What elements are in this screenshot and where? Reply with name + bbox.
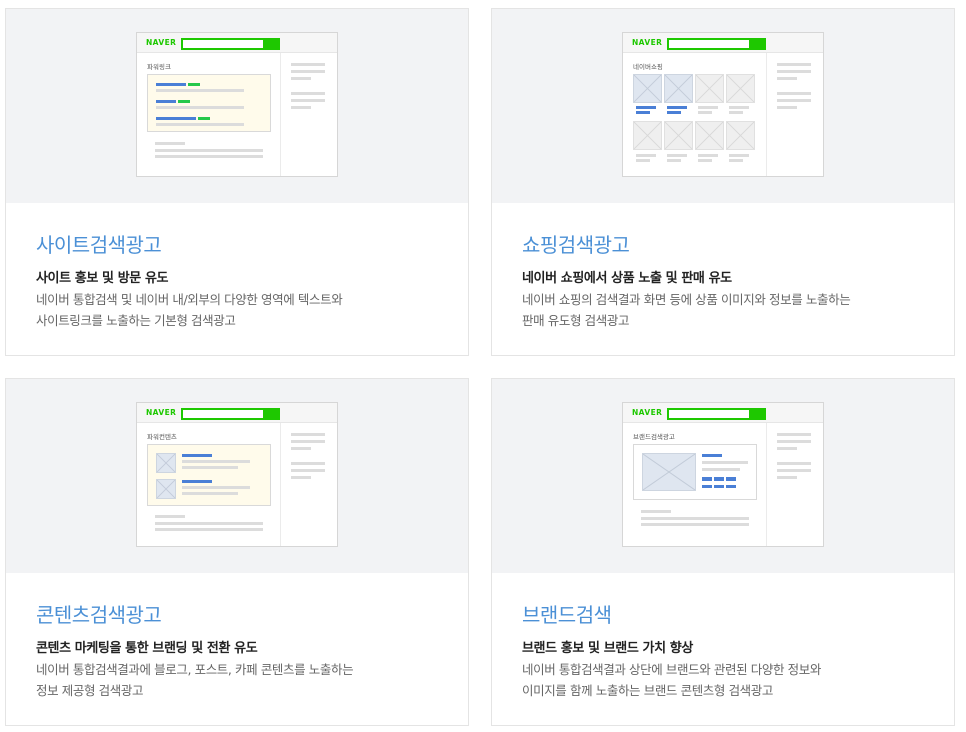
mock-search-box — [667, 38, 751, 50]
naver-logo: NAVER — [632, 408, 663, 417]
ad-product-card-brand-search[interactable]: NAVER 브랜드검색광고 브랜드검색 브랜드 홍보 및 브랜드 가치 향상 네… — [491, 378, 955, 726]
mock-brand-box — [633, 444, 757, 500]
card-description: 네이버 통합검색결과 상단에 브랜드와 관련된 다양한 정보와 이미지를 함께 … — [522, 662, 821, 698]
card-subtitle: 사이트 홍보 및 방문 유도 — [36, 271, 169, 286]
search-result-mockup: NAVER 브랜드검색광고 — [622, 402, 824, 547]
mock-header: NAVER — [137, 33, 337, 53]
product-image-placeholder — [633, 121, 662, 150]
card-title: 브랜드검색 — [522, 603, 612, 627]
product-image-placeholder — [633, 74, 662, 103]
product-image-placeholder — [664, 121, 693, 150]
product-image-placeholder — [695, 74, 724, 103]
mock-header: NAVER — [623, 403, 823, 423]
mock-section-label: 네이버쇼핑 — [633, 63, 663, 71]
card-subtitle: 네이버 쇼핑에서 상품 노출 및 판매 유도 — [522, 271, 732, 286]
content-image-placeholder — [156, 453, 176, 473]
content-image-placeholder — [156, 479, 176, 499]
mock-section-label: 브랜드검색광고 — [633, 433, 675, 441]
product-image-placeholder — [726, 121, 755, 150]
ad-product-card-shopping-search[interactable]: NAVER 네이버쇼핑 쇼핑검색광고 네이버 쇼핑에서 상품 노출 및 판매 유… — [491, 8, 955, 356]
card-description: 네이버 통합검색결과에 블로그, 포스트, 카페 콘텐츠를 노출하는 정보 제공… — [36, 662, 354, 698]
product-image-placeholder — [695, 121, 724, 150]
card-subtitle: 콘텐츠 마케팅을 통한 브랜딩 및 전환 유도 — [36, 641, 258, 656]
brand-image-placeholder — [642, 453, 696, 491]
product-image-placeholder — [664, 74, 693, 103]
mock-search-button — [751, 408, 766, 420]
card-description: 네이버 쇼핑의 검색결과 화면 등에 상품 이미지와 정보를 노출하는 판매 유… — [522, 292, 851, 328]
card-subtitle: 브랜드 홍보 및 브랜드 가치 향상 — [522, 641, 693, 656]
mock-search-button — [751, 38, 766, 50]
mock-section-label: 파워링크 — [147, 63, 171, 71]
preview-area: NAVER 네이버쇼핑 — [492, 9, 954, 203]
mock-search-box — [181, 408, 265, 420]
product-image-placeholder — [726, 74, 755, 103]
mock-search-box — [181, 38, 265, 50]
preview-area: NAVER 파워링크 — [6, 9, 468, 203]
mock-header: NAVER — [623, 33, 823, 53]
card-description: 네이버 통합검색 및 네이버 내/외부의 다양한 영역에 텍스트와 사이트링크를… — [36, 292, 343, 328]
preview-area: NAVER 브랜드검색광고 — [492, 379, 954, 573]
naver-logo: NAVER — [146, 408, 177, 417]
naver-logo: NAVER — [146, 38, 177, 47]
mock-header: NAVER — [137, 403, 337, 423]
mock-ad-box — [147, 74, 271, 132]
ad-product-card-site-search[interactable]: NAVER 파워링크 사이트검색광고 사이트 홍보 및 방문 유도 네이버 통합… — [5, 8, 469, 356]
naver-logo: NAVER — [632, 38, 663, 47]
preview-area: NAVER 파워컨텐츠 — [6, 379, 468, 573]
mock-search-button — [265, 38, 280, 50]
search-result-mockup: NAVER 파워컨텐츠 — [136, 402, 338, 547]
search-result-mockup: NAVER 네이버쇼핑 — [622, 32, 824, 177]
mock-ad-box — [147, 444, 271, 506]
search-result-mockup: NAVER 파워링크 — [136, 32, 338, 177]
card-title: 콘텐츠검색광고 — [36, 603, 162, 627]
mock-search-box — [667, 408, 751, 420]
mock-search-button — [265, 408, 280, 420]
mock-section-label: 파워컨텐츠 — [147, 433, 177, 441]
card-title: 사이트검색광고 — [36, 233, 162, 257]
card-title: 쇼핑검색광고 — [522, 233, 630, 257]
ad-product-card-content-search[interactable]: NAVER 파워컨텐츠 콘텐츠검색광고 콘텐츠 마케팅을 통한 브랜딩 및 전환… — [5, 378, 469, 726]
